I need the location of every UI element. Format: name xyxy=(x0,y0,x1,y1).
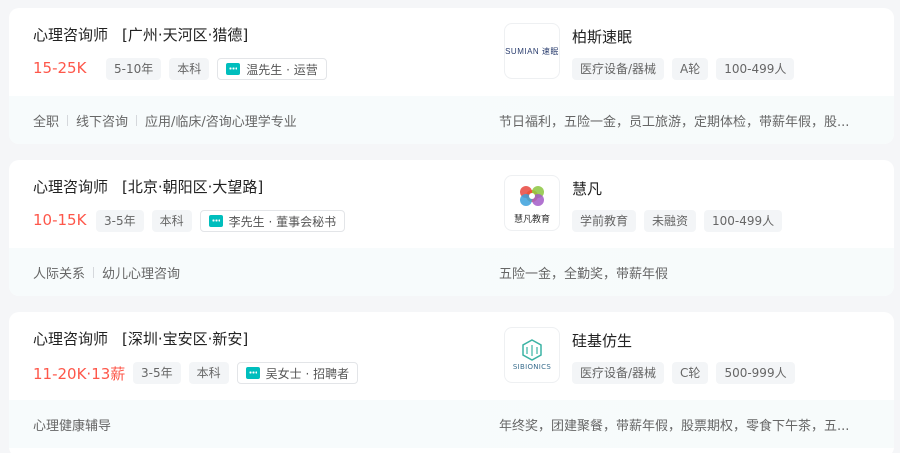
job-card[interactable]: 心理咨询师 [广州·天河区·猎德] 15-25K 5-10年 本科 温先生 · 运… xyxy=(9,8,894,144)
job-card[interactable]: 心理咨询师 [深圳·宝安区·新安] 11-20K·13薪 3-5年 本科 吴女士 … xyxy=(9,312,894,453)
company-logo[interactable]: SIBIONICS xyxy=(504,327,560,383)
divider xyxy=(67,114,69,126)
welfare-text: 节日福利，五险一金，员工旅游，定期体检，带薪年假，股... xyxy=(499,96,859,144)
company-name[interactable]: 柏斯速眠 xyxy=(572,26,632,47)
job-title-text: 心理咨询师 xyxy=(33,330,109,348)
welfare-text: 五险一金，全勤奖，带薪年假 xyxy=(499,248,859,296)
salary: 15-25K xyxy=(33,59,87,77)
job-title-text: 心理咨询师 xyxy=(33,26,109,44)
industry-tag: 医疗设备/器械 xyxy=(572,58,665,80)
funding-tag: 未融资 xyxy=(644,210,697,232)
company-logo-text: 慧凡教育 xyxy=(513,215,550,225)
skill-tag: 线下咨询 xyxy=(76,114,129,130)
skill-list: 心理健康辅导 xyxy=(33,400,111,448)
recruiter-chat-button[interactable]: 温先生 · 运营 xyxy=(217,58,327,80)
chat-icon xyxy=(208,215,223,227)
job-location: [北京·朝阳区·大望路] xyxy=(122,178,264,196)
company-logo-text: SIBIONICS xyxy=(512,363,552,371)
size-tag: 100-499人 xyxy=(716,58,795,80)
job-location: [广州·天河区·猎德] xyxy=(122,26,249,44)
skill-tag: 幼儿心理咨询 xyxy=(102,266,181,282)
job-title-text: 心理咨询师 xyxy=(33,178,109,196)
funding-tag: A轮 xyxy=(672,58,709,80)
salary: 10-15K xyxy=(33,211,87,229)
company-logo[interactable]: SUMIAN 速眠 xyxy=(504,23,560,79)
skill-list: 人际关系 幼儿心理咨询 xyxy=(33,248,180,296)
skill-tag: 人际关系 xyxy=(33,266,86,282)
company-logo-text: SUMIAN 速眠 xyxy=(505,46,559,56)
degree-tag: 本科 xyxy=(169,58,210,80)
divider xyxy=(93,266,95,278)
industry-tag: 学前教育 xyxy=(572,210,637,232)
size-tag: 500-999人 xyxy=(716,362,795,384)
welfare-label: 节日福利，五险一金，员工旅游，定期体检，带薪年假，股... xyxy=(499,114,850,130)
skill-list: 全职 线下咨询 应用/临床/咨询心理学专业 xyxy=(33,96,297,144)
recruiter-label: 温先生 · 运营 xyxy=(246,62,318,77)
company-name[interactable]: 硅基仿生 xyxy=(572,330,632,351)
company-name[interactable]: 慧凡 xyxy=(572,178,602,199)
cube-logo-icon xyxy=(522,339,542,361)
degree-tag: 本科 xyxy=(151,210,192,232)
recruiter-chat-button[interactable]: 李先生 · 董事会秘书 xyxy=(199,210,346,232)
salary: 11-20K·13薪 xyxy=(33,365,126,383)
job-location: [深圳·宝安区·新安] xyxy=(122,330,249,348)
flower-logo-icon xyxy=(520,186,544,206)
recruiter-chat-button[interactable]: 吴女士 · 招聘者 xyxy=(236,362,359,384)
degree-tag: 本科 xyxy=(188,362,229,384)
funding-tag: C轮 xyxy=(672,362,709,384)
skill-tag: 心理健康辅导 xyxy=(33,418,112,434)
company-logo[interactable]: 慧凡教育 xyxy=(504,175,560,231)
skill-tag: 全职 xyxy=(33,114,60,130)
recruiter-label: 吴女士 · 招聘者 xyxy=(265,366,350,381)
skill-tag: 应用/临床/咨询心理学专业 xyxy=(145,114,297,130)
welfare-text: 年终奖，团建聚餐，带薪年假，股票期权，零食下午茶，五... xyxy=(499,400,859,448)
size-tag: 100-499人 xyxy=(704,210,783,232)
job-title[interactable]: 心理咨询师 [北京·朝阳区·大望路] xyxy=(33,176,263,197)
experience-tag: 3-5年 xyxy=(133,362,181,384)
welfare-label: 五险一金，全勤奖，带薪年假 xyxy=(499,266,669,282)
job-title[interactable]: 心理咨询师 [深圳·宝安区·新安] xyxy=(33,328,248,349)
chat-icon xyxy=(245,367,260,379)
recruiter-label: 李先生 · 董事会秘书 xyxy=(228,214,337,229)
job-card[interactable]: 心理咨询师 [北京·朝阳区·大望路] 10-15K 3-5年 本科 李先生 · 董… xyxy=(9,160,894,296)
chat-icon xyxy=(226,63,241,75)
experience-tag: 5-10年 xyxy=(106,58,162,80)
industry-tag: 医疗设备/器械 xyxy=(572,362,665,384)
job-title[interactable]: 心理咨询师 [广州·天河区·猎德] xyxy=(33,24,248,45)
experience-tag: 3-5年 xyxy=(96,210,144,232)
welfare-label: 年终奖，团建聚餐，带薪年假，股票期权，零食下午茶，五... xyxy=(499,418,850,434)
divider xyxy=(136,114,138,126)
